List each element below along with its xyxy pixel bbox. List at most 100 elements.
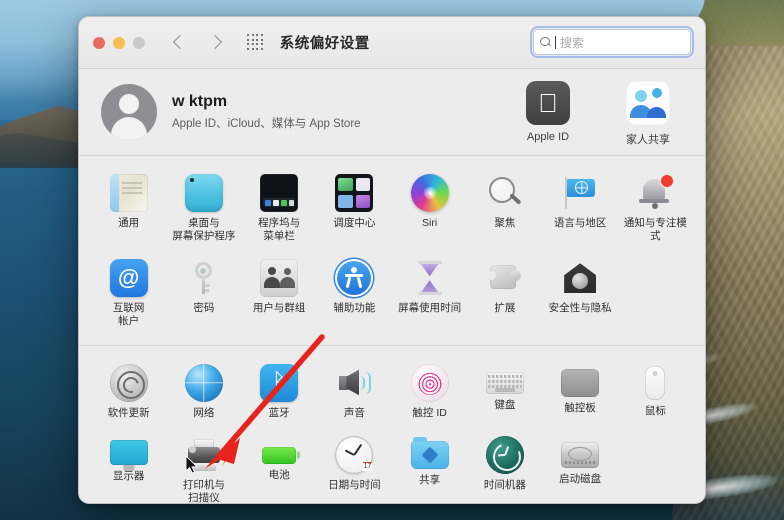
pref-label: 声音	[343, 406, 365, 419]
account-name: w ktpm	[172, 93, 228, 110]
pref-item-time-machine[interactable]: 时间机器	[467, 430, 542, 503]
pref-label: 屏幕使用时间	[398, 302, 462, 315]
pref-item-siri[interactable]: Siri	[392, 168, 467, 251]
pref-label: 家人共享	[626, 134, 670, 146]
apple-id-account-row[interactable]: w ktpm Apple ID、iCloud、媒体与 App Store  A…	[79, 69, 705, 155]
pref-item-sharing[interactable]: 共享	[392, 430, 467, 503]
pref-item-accessibility[interactable]: 辅助功能	[317, 253, 392, 336]
pref-item-extensions[interactable]: 扩展	[467, 253, 542, 336]
pref-item-displays[interactable]: 显示器	[91, 430, 166, 503]
minimize-button[interactable]	[113, 36, 125, 49]
pref-item-software-update[interactable]: 软件更新	[91, 358, 166, 428]
pref-label: 扩展	[494, 302, 516, 315]
avatar-body	[111, 117, 147, 140]
pref-item-passwords[interactable]: 密码	[166, 253, 241, 336]
pref-item-mission-control[interactable]: 调度中心	[317, 168, 392, 251]
avatar[interactable]	[101, 84, 157, 140]
pref-item-notifications-focus[interactable]: 通知与专注模式	[618, 168, 693, 251]
pref-item-desktop-screensaver[interactable]: 桌面与 屏幕保护程序	[166, 168, 241, 251]
pref-item-empty-slot	[618, 253, 693, 336]
spotlight-icon	[486, 174, 524, 212]
pref-item-date-time[interactable]: 17 日期与时间	[317, 430, 392, 503]
pref-label: 时间机器	[483, 478, 526, 491]
pref-label: 触控 ID	[412, 406, 447, 419]
pref-item-network[interactable]: 网络	[166, 358, 241, 428]
pref-item-trackpad[interactable]: 触控板	[543, 358, 618, 428]
search-placeholder: 搜索	[560, 35, 585, 50]
zoom-button[interactable]	[133, 36, 145, 49]
pref-label: 启动磁盘	[559, 472, 602, 485]
pref-item-sound[interactable]: 声音	[317, 358, 392, 428]
forward-icon[interactable]	[208, 36, 221, 49]
desktop-screensaver-icon	[184, 174, 223, 212]
pref-item-internet-accounts[interactable]: @ 互联网 帐户	[91, 253, 166, 336]
pref-item-language-region[interactable]: 语言与地区	[543, 168, 618, 251]
pref-label: Siri	[422, 217, 438, 229]
account-text: w ktpm Apple ID、iCloud、媒体与 App Store	[172, 93, 361, 131]
pref-label: 显示器	[112, 469, 145, 482]
mouse-icon	[645, 365, 666, 400]
battery-icon	[262, 446, 297, 464]
mission-control-icon	[335, 174, 374, 212]
pref-label: 用户与群组	[252, 302, 306, 315]
pref-item-startup-disk[interactable]: 启动磁盘	[543, 430, 618, 503]
navigation-buttons	[173, 36, 221, 49]
pref-label: 键盘	[494, 398, 516, 411]
pref-label: 互联网 帐户	[112, 302, 145, 328]
clock-date-badge: 17	[362, 461, 373, 471]
sound-speaker-icon	[335, 364, 373, 402]
search-field[interactable]: 搜索	[530, 26, 694, 58]
pref-label: 聚焦	[494, 217, 516, 229]
pref-label: 网络	[193, 406, 215, 419]
pref-label: 打印机与 扫描仪	[182, 478, 225, 504]
pref-item-general[interactable]: 通用	[91, 168, 166, 251]
pref-item-dock-menubar[interactable]: 程序坞与 菜单栏	[242, 168, 317, 251]
trackpad-icon	[561, 368, 600, 397]
pref-item-keyboard[interactable]: 键盘	[467, 358, 542, 428]
general-icon	[109, 174, 148, 212]
pref-item-users-groups[interactable]: 用户与群组	[242, 253, 317, 336]
pref-label: 共享	[419, 473, 441, 486]
pref-item-bluetooth[interactable]: ᛒ 蓝牙	[242, 358, 317, 428]
pref-label: 辅助功能	[333, 302, 376, 315]
pref-label: 鼠标	[644, 404, 666, 417]
pref-item-screen-time[interactable]: 屏幕使用时间	[392, 253, 467, 336]
page-title: 系统偏好设置	[279, 36, 370, 52]
date-time-clock-icon: 17	[335, 435, 374, 474]
keyboard-icon	[485, 371, 524, 394]
pref-label: 调度中心	[333, 217, 376, 229]
network-globe-icon	[184, 363, 223, 402]
family-sharing-icon	[626, 81, 670, 125]
window-titlebar: 系统偏好设置 搜索	[79, 17, 705, 69]
siri-icon	[410, 174, 449, 212]
printers-scanners-icon	[185, 436, 223, 474]
pref-item-security-privacy[interactable]: 安全性与隐私	[543, 253, 618, 336]
touch-id-icon	[410, 363, 449, 402]
pref-item-apple-id[interactable]:  Apple ID	[511, 81, 585, 147]
pref-item-printers-scanners[interactable]: 打印机与 扫描仪	[166, 430, 241, 504]
pref-label: 蓝牙	[268, 406, 290, 419]
pref-item-empty-slot	[618, 430, 693, 503]
pref-item-spotlight[interactable]: 聚焦	[467, 168, 542, 251]
pref-item-family-sharing[interactable]: 家人共享	[611, 81, 685, 147]
displays-icon	[109, 439, 148, 465]
pref-item-touch-id[interactable]: 触控 ID	[392, 358, 467, 428]
traffic-light-buttons	[93, 36, 145, 49]
users-groups-icon	[260, 259, 299, 298]
system-preferences-window: 系统偏好设置 搜索 w ktpm Apple ID、iCloud、媒体与 App…	[78, 16, 706, 504]
apple-logo-icon: 	[526, 81, 570, 125]
pref-item-mouse[interactable]: 鼠标	[618, 358, 693, 428]
close-button[interactable]	[93, 36, 105, 49]
pref-item-battery[interactable]: 电池	[242, 430, 317, 503]
preferences-section-hardware: 软件更新 网络 ᛒ 蓝牙 声音 触控 ID 键盘 触控板 鼠标 显示器 打印机与…	[79, 346, 705, 504]
show-all-grid-icon[interactable]	[247, 34, 264, 51]
preferences-content: w ktpm Apple ID、iCloud、媒体与 App Store  A…	[79, 69, 705, 504]
pref-label: 电池	[268, 468, 290, 481]
text-caret	[555, 35, 556, 49]
account-subtitle: Apple ID、iCloud、媒体与 App Store	[172, 118, 361, 130]
search-icon	[540, 36, 551, 48]
accessibility-icon	[335, 259, 374, 298]
search-input[interactable]: 搜索	[533, 29, 691, 55]
software-update-icon	[109, 363, 148, 402]
back-icon[interactable]	[173, 36, 186, 49]
